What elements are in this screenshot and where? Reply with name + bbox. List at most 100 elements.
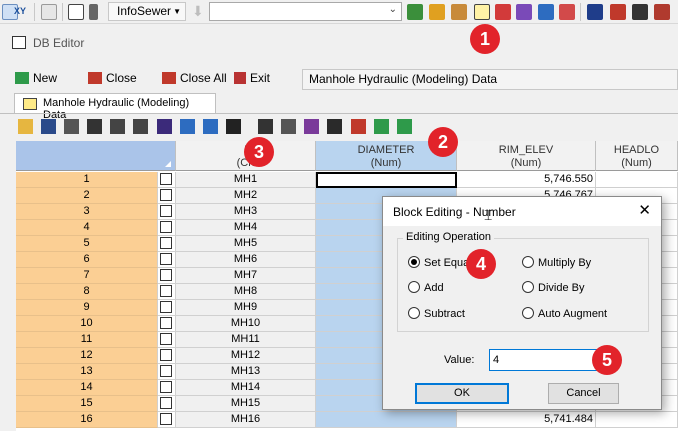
row-checkbox[interactable] [160, 349, 172, 361]
rim-elev-cell[interactable]: 5,741.484 [457, 412, 596, 428]
active-cell[interactable] [316, 172, 457, 188]
row-checkbox[interactable] [160, 317, 172, 329]
id-cell[interactable]: MH11 [176, 332, 316, 348]
row-number[interactable]: 4 [16, 220, 158, 236]
new-button[interactable]: New [15, 71, 57, 85]
cube-icon[interactable] [451, 4, 467, 20]
open-folder-icon[interactable] [18, 119, 33, 134]
id-cell[interactable]: MH3 [176, 204, 316, 220]
radio-auto-augment[interactable]: Auto Augment [522, 307, 607, 321]
row-number[interactable]: 2 [16, 188, 158, 204]
row-number[interactable]: 12 [16, 348, 158, 364]
print-icon[interactable] [64, 119, 79, 134]
headloss-cell[interactable] [596, 172, 678, 188]
diameter-cell[interactable] [316, 412, 457, 428]
row-number[interactable]: 7 [16, 268, 158, 284]
statistics-icon[interactable] [327, 119, 342, 134]
row-number[interactable]: 6 [16, 252, 158, 268]
row-checkbox[interactable] [160, 253, 172, 265]
close-all-button[interactable]: Close All [162, 71, 227, 85]
column-header-rim-elev[interactable]: RIM_ELEV (Num) [457, 141, 596, 171]
row-checkbox[interactable] [160, 221, 172, 233]
row-number[interactable]: 9 [16, 300, 158, 316]
row-checkbox[interactable] [160, 397, 172, 409]
id-cell[interactable]: MH4 [176, 220, 316, 236]
row-number[interactable]: 8 [16, 284, 158, 300]
radio-multiply-by[interactable]: Multiply By [522, 256, 591, 270]
row-number[interactable]: 11 [16, 332, 158, 348]
radio-subtract[interactable]: Subtract [408, 307, 465, 321]
row-checkbox[interactable] [160, 301, 172, 313]
value-input[interactable] [489, 349, 597, 371]
radio-set-equal[interactable]: Set Equal [408, 256, 472, 270]
grid-color-icon[interactable] [495, 4, 511, 20]
row-number[interactable]: 16 [16, 412, 158, 428]
id-cell[interactable]: MH2 [176, 188, 316, 204]
row-checkbox[interactable] [160, 269, 172, 281]
table-selector[interactable]: Manhole Hydraulic (Modeling) Data [302, 69, 678, 90]
radio-divide-by[interactable]: Divide By [522, 281, 584, 295]
toolbar-overflow-icon[interactable] [89, 4, 98, 20]
table-view-icon[interactable] [68, 4, 84, 20]
id-cell[interactable]: MH9 [176, 300, 316, 316]
bar-chart-icon[interactable] [538, 4, 554, 20]
save-icon[interactable] [41, 119, 56, 134]
id-cell[interactable]: MH13 [176, 364, 316, 380]
report-icon[interactable] [516, 4, 532, 20]
cancel-button[interactable]: Cancel [548, 383, 619, 404]
add-record-icon[interactable] [397, 119, 412, 134]
headloss-cell[interactable] [596, 412, 678, 428]
domain-icon[interactable] [610, 4, 626, 20]
row-checkbox[interactable] [160, 413, 172, 425]
scenario-icon[interactable] [654, 4, 670, 20]
query-icon[interactable] [587, 4, 603, 20]
row-number[interactable]: 14 [16, 380, 158, 396]
db-editor-icon[interactable] [474, 4, 490, 20]
row-number[interactable]: 13 [16, 364, 158, 380]
edit-tool-icon[interactable] [429, 4, 445, 20]
tab-manhole-hydraulic[interactable]: Manhole Hydraulic (Modeling) Data [14, 93, 216, 121]
row-checkbox[interactable] [160, 381, 172, 393]
xy-tool-button[interactable]: XY [14, 6, 26, 16]
copy-column-icon[interactable] [281, 119, 296, 134]
layout-icon[interactable] [41, 4, 57, 20]
ok-button[interactable]: OK [415, 383, 509, 404]
id-cell[interactable]: MH5 [176, 236, 316, 252]
find-users-icon[interactable] [157, 119, 172, 134]
id-cell[interactable]: MH6 [176, 252, 316, 268]
close-icon[interactable]: ✕ [638, 203, 651, 219]
row-checkbox[interactable] [160, 285, 172, 297]
grid-corner-header[interactable] [16, 141, 176, 171]
close-button[interactable]: Close [88, 71, 137, 85]
network-tool-icon[interactable] [407, 4, 423, 20]
row-checkbox[interactable] [160, 365, 172, 377]
row-number[interactable]: 15 [16, 396, 158, 412]
id-cell[interactable]: MH16 [176, 412, 316, 428]
row-number[interactable]: 5 [16, 236, 158, 252]
row-number[interactable]: 1 [16, 172, 158, 188]
id-cell[interactable]: MH7 [176, 268, 316, 284]
rim-elev-cell[interactable]: 5,746.550 [457, 172, 596, 188]
check-icon[interactable] [351, 119, 366, 134]
table-layout-icon[interactable] [87, 119, 102, 134]
row-checkbox[interactable] [160, 173, 172, 185]
binoculars-icon[interactable] [226, 119, 241, 134]
column-width-icon[interactable] [133, 119, 148, 134]
block-edit-icon[interactable] [258, 119, 273, 134]
graph-icon[interactable] [559, 4, 575, 20]
row-checkbox[interactable] [160, 333, 172, 345]
profile-icon[interactable] [632, 4, 648, 20]
arrow-down-icon[interactable]: ⬇ [192, 3, 204, 20]
row-checkbox[interactable] [160, 189, 172, 201]
add-field-icon[interactable] [374, 119, 389, 134]
module-dropdown[interactable]: InfoSewer ▼ [108, 2, 186, 21]
command-combo[interactable]: ⌄ [209, 2, 402, 21]
id-cell[interactable]: MH8 [176, 284, 316, 300]
id-cell[interactable]: MH15 [176, 396, 316, 412]
sort-descending-icon[interactable] [203, 119, 218, 134]
row-number[interactable]: 10 [16, 316, 158, 332]
id-cell[interactable]: MH12 [176, 348, 316, 364]
sum-icon[interactable] [304, 119, 319, 134]
filter-icon[interactable] [110, 119, 125, 134]
id-cell[interactable]: MH10 [176, 316, 316, 332]
